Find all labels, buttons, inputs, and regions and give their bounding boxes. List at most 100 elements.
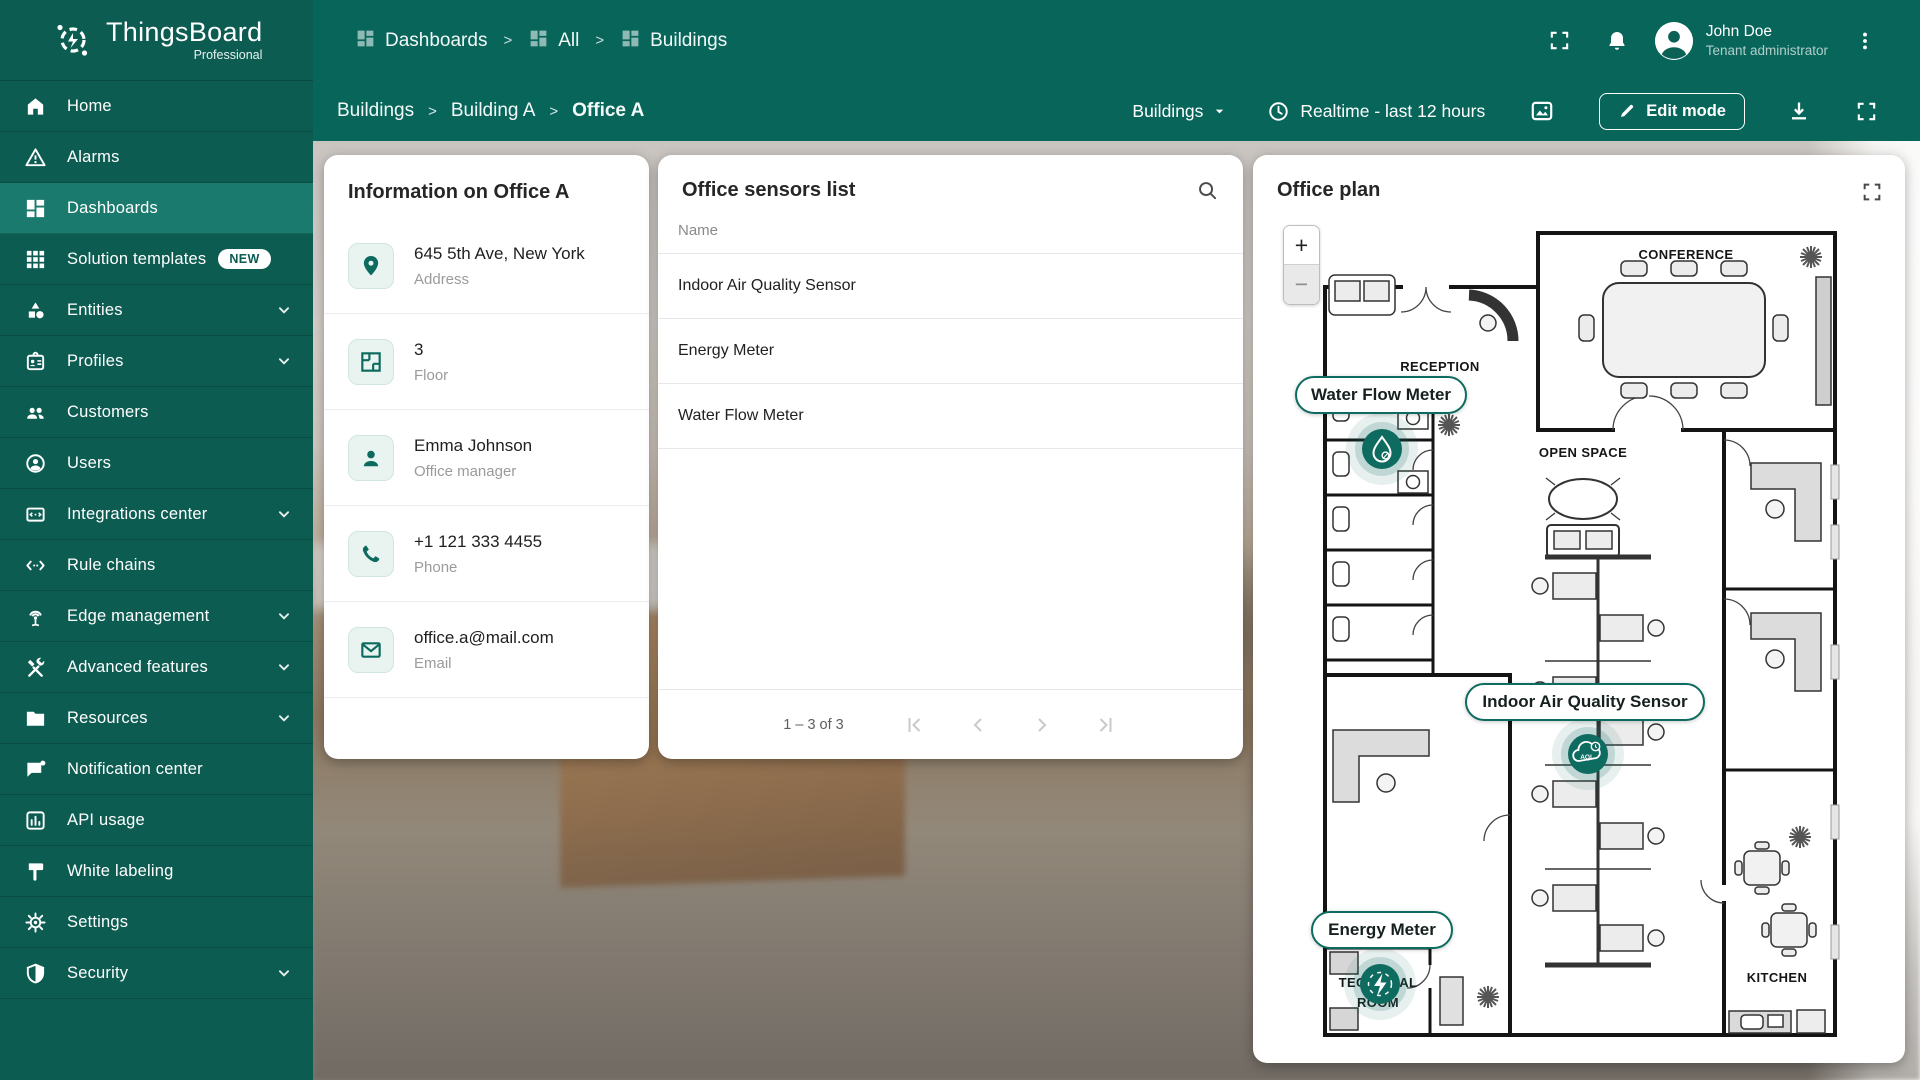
customers-icon	[24, 401, 47, 424]
chevron-down-icon	[1216, 109, 1224, 113]
sensor-pill-energy-meter[interactable]: Energy Meter	[1311, 911, 1453, 949]
info-row-phone: +1 121 333 4455 Phone	[324, 506, 649, 602]
sidebar-item-settings[interactable]: Settings	[0, 897, 313, 948]
person-icon	[348, 434, 394, 481]
edge-icon	[24, 605, 47, 628]
whitelabel-icon	[24, 860, 47, 883]
app-name: ThingsBoard	[106, 17, 263, 48]
breadcrumb-separator: >	[595, 32, 605, 49]
rulechains-icon	[24, 554, 47, 577]
info-label: Office manager	[414, 462, 517, 480]
sidebar-item-integrations-center[interactable]: Integrations center	[0, 489, 313, 540]
first-page-icon[interactable]	[902, 713, 926, 737]
sidebar-item-solution-templates[interactable]: Solution templates NEW	[0, 234, 313, 285]
previous-page-icon[interactable]	[966, 713, 990, 737]
timewindow-button[interactable]: Realtime - last 12 hours	[1267, 100, 1485, 123]
sensor-row-energy-meter[interactable]: Energy Meter	[658, 319, 1243, 384]
sidebar-item-label: Profiles	[67, 351, 124, 370]
sidebar-item-label: Security	[67, 963, 129, 982]
user-menu[interactable]: John Doe Tenant administrator	[1706, 23, 1828, 58]
sidebar-item-resources[interactable]: Resources	[0, 693, 313, 744]
api-icon	[24, 809, 47, 832]
zoom-out-button[interactable]: −	[1284, 265, 1319, 304]
chevron-down-icon	[273, 605, 295, 627]
user-avatar[interactable]	[1654, 21, 1693, 60]
column-header-name[interactable]: Name	[658, 202, 1243, 254]
sensor-pill-indoor-air-quality-sensor[interactable]: Indoor Air Quality Sensor	[1465, 683, 1705, 721]
dashboards-icon	[528, 28, 549, 54]
water-flow-meter-marker[interactable]	[1346, 413, 1418, 485]
sidebar-item-label: Entities	[67, 300, 123, 319]
sidebar-item-home[interactable]: Home	[0, 81, 313, 132]
sidebar-item-label: Settings	[67, 912, 129, 931]
profiles-icon	[24, 350, 47, 373]
sensor-rows: Indoor Air Quality Sensor Energy Meter Wat…	[658, 254, 1243, 449]
sidebar-item-entities[interactable]: Entities	[0, 285, 313, 336]
info-row-office-manager: Emma Johnson Office manager	[324, 410, 649, 506]
room-label-open-space: OPEN SPACE	[1539, 445, 1627, 460]
sidebar-item-alarms[interactable]: Alarms	[0, 132, 313, 183]
edit-mode-button[interactable]: Edit mode	[1599, 92, 1745, 130]
sidebar-item-advanced-features[interactable]: Advanced features	[0, 642, 313, 693]
dashboard-canvas: Information on Office A 645 5th Ave, New…	[313, 141, 1920, 1080]
info-value: +1 121 333 4455	[414, 531, 543, 551]
sidebar-item-label: Resources	[67, 708, 148, 727]
sidebar-item-label: API usage	[67, 810, 145, 829]
sidebar-item-customers[interactable]: Customers	[0, 387, 313, 438]
state-crumb-buildings[interactable]: Buildings	[337, 100, 414, 122]
app-logo[interactable]: ThingsBoard Professional	[0, 0, 313, 81]
indoor-air-quality-marker[interactable]: AQI	[1552, 718, 1624, 790]
room-label-conference: CONFERENCE	[1638, 247, 1733, 262]
sidebar-item-rule-chains[interactable]: Rule chains	[0, 540, 313, 591]
breadcrumb-separator: >	[503, 32, 513, 49]
home-icon	[24, 95, 47, 118]
notifications-bell-icon[interactable]	[1605, 29, 1629, 53]
next-page-icon[interactable]	[1030, 713, 1054, 737]
last-page-icon[interactable]	[1094, 713, 1118, 737]
sidebar-item-dashboards[interactable]: Dashboards	[0, 183, 313, 234]
app-edition: Professional	[193, 47, 263, 62]
sidebar-item-users[interactable]: Users	[0, 438, 313, 489]
image-gallery-icon[interactable]	[1529, 98, 1555, 124]
zoom-in-button[interactable]: +	[1284, 226, 1319, 265]
info-value: 645 5th Ave, New York	[414, 243, 585, 263]
state-crumb-building-a[interactable]: Building A	[451, 100, 536, 122]
users-icon	[24, 452, 47, 475]
sensor-row-water-flow-meter[interactable]: Water Flow Meter	[658, 384, 1243, 449]
download-icon[interactable]	[1787, 99, 1811, 123]
energy-meter-marker[interactable]	[1344, 948, 1416, 1020]
breadcrumb-all[interactable]: All	[528, 28, 579, 54]
sidebar-item-label: Customers	[67, 402, 149, 421]
sidebar-item-white-labeling[interactable]: White labeling	[0, 846, 313, 897]
kebab-menu-icon[interactable]	[1854, 30, 1876, 52]
sidebar-item-api-usage[interactable]: API usage	[0, 795, 313, 846]
breadcrumb-dashboards[interactable]: Dashboards	[355, 28, 487, 54]
plan-fullscreen-icon[interactable]	[1861, 181, 1883, 203]
info-rows: 645 5th Ave, New York Address 3 Floor Emma J…	[324, 218, 649, 698]
info-label: Address	[414, 270, 470, 288]
sidebar-item-notification-center[interactable]: Notification center	[0, 744, 313, 795]
sidebar-item-profiles[interactable]: Profiles	[0, 336, 313, 387]
search-icon[interactable]	[1196, 179, 1219, 202]
sensors-card-title: Office sensors list	[682, 179, 856, 201]
fullscreen-icon[interactable]	[1548, 29, 1571, 52]
office-plan-card: Office plan + − CONFERENCE RECEPTION OPE…	[1253, 155, 1905, 1063]
dashboards-icon	[355, 28, 376, 54]
sensor-pill-water-flow-meter[interactable]: Water Flow Meter	[1295, 376, 1467, 414]
clock-icon	[1269, 101, 1289, 121]
sensor-row-indoor-air-quality-sensor[interactable]: Indoor Air Quality Sensor	[658, 254, 1243, 319]
sidebar-item-label: Notification center	[67, 759, 203, 778]
email-icon	[348, 626, 394, 673]
state-crumb-office-a: Office A	[572, 100, 645, 121]
thingsboard-logo-icon	[50, 17, 96, 63]
dashboard-fullscreen-icon[interactable]	[1855, 100, 1878, 123]
info-value: office.a@mail.com	[414, 627, 554, 647]
phone-icon	[348, 530, 394, 577]
entity-select-dropdown[interactable]: Buildings	[1132, 101, 1227, 122]
svg-text:AQI: AQI	[1580, 754, 1592, 761]
timewindow-value: Realtime - last 12 hours	[1300, 100, 1486, 121]
sidebar-item-edge-management[interactable]: Edge management	[0, 591, 313, 642]
sidebar-item-security[interactable]: Security	[0, 948, 313, 999]
breadcrumb-buildings[interactable]: Buildings	[620, 28, 727, 54]
sidebar-item-label: Advanced features	[67, 657, 208, 676]
